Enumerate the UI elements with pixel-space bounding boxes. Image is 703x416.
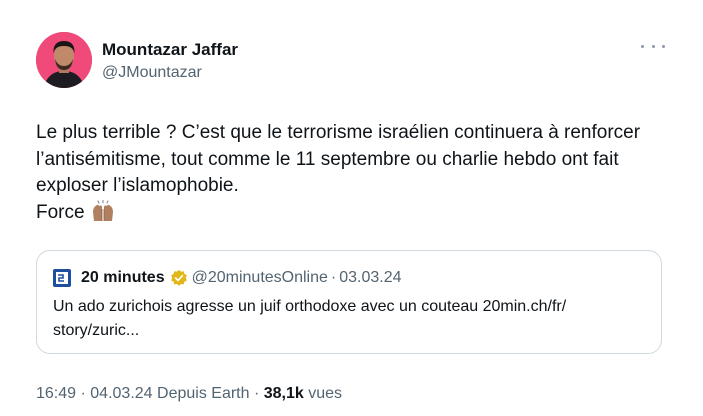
tweet-card: Mountazar Jaffar @JMountazar Le plus ter… [0, 0, 703, 416]
views-label: vues [308, 385, 343, 402]
raising-hands-emoji-icon [92, 199, 113, 221]
quoted-text-line: story/zuric... [53, 322, 140, 339]
tweet-time[interactable]: 16:49 [36, 385, 76, 402]
quoted-text-line: Un ado zurichois agresse un juif orthodo… [53, 298, 567, 315]
tweet-text-line: l’antisémitisme, tout comme le 11 septem… [36, 148, 619, 170]
tweet-text-line-last: Force [36, 199, 676, 227]
tweet-meta: 16:49 · 04.03.24 Depuis Earth · 38,1k vu… [36, 385, 342, 403]
tweet-text: Le plus terrible ? C’est que le terroris… [36, 120, 676, 226]
more-options-icon[interactable] [641, 38, 665, 54]
quoted-author-name: 20 minutes [81, 269, 165, 286]
tweet-source: Depuis Earth [157, 385, 250, 402]
tweet-text-line: exploser l’islamophobie. [36, 175, 239, 196]
tweet-text-line: Le plus terrible ? C’est que le terroris… [36, 122, 641, 143]
tweet-text-word: Force [36, 201, 85, 223]
20-minutes-logo-icon [53, 269, 71, 287]
dot [651, 44, 655, 48]
quoted-tweet-header: 20 minutes @20minutesOnline · 03.03.24 [53, 267, 402, 289]
quoted-tweet-text: Un ado zurichois agresse un juif orthodo… [53, 295, 649, 343]
avatar[interactable] [36, 32, 92, 88]
quoted-tweet[interactable]: 20 minutes @20minutesOnline · 03.03.24 U… [36, 250, 662, 354]
author-name[interactable]: Mountazar Jaffar [102, 40, 238, 60]
separator-dot: · [330, 269, 337, 286]
avatar-photo [36, 32, 92, 88]
author-handle[interactable]: @JMountazar [102, 64, 202, 82]
views-count: 38,1k [263, 385, 304, 402]
separator-dot: · [253, 385, 260, 402]
dot [662, 44, 665, 48]
quoted-author-handle: @20minutesOnline [191, 269, 328, 286]
tweet-date[interactable]: 04.03.24 [90, 385, 152, 402]
gold-verified-badge-icon [170, 269, 187, 286]
separator-dot: · [80, 385, 86, 402]
dot [641, 44, 644, 48]
quoted-date: 03.03.24 [339, 269, 402, 286]
